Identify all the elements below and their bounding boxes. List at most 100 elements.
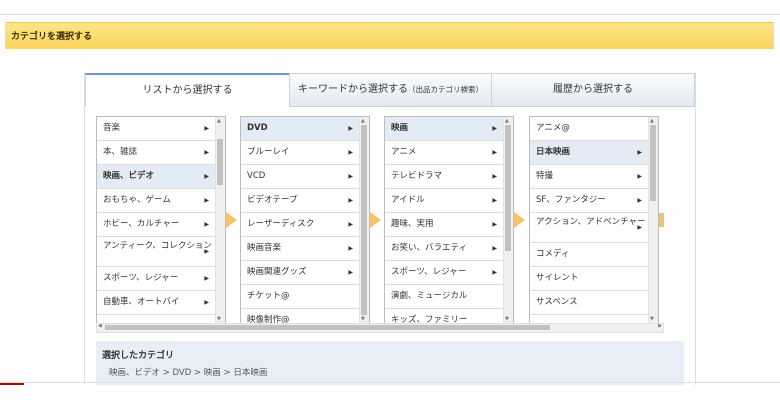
category-item-label: サスペンス xyxy=(536,297,578,307)
scroll-thumb[interactable] xyxy=(505,125,511,251)
category-item[interactable]: アニメ ▶ xyxy=(385,141,503,165)
category-item[interactable]: 演劇、ミュージカル xyxy=(385,285,503,309)
category-item[interactable]: コメディ xyxy=(530,243,648,267)
category-item[interactable]: ビデオテープ ▶ xyxy=(241,189,359,213)
chevron-right-icon: ▶ xyxy=(492,245,497,252)
scroll-up-icon[interactable]: ▲ xyxy=(217,118,221,124)
scroll-thumb[interactable] xyxy=(217,139,223,185)
category-item[interactable]: アクション、アドベンチャー ▶ xyxy=(530,213,648,243)
category-item[interactable]: スポーツ、レジャー ▶ xyxy=(385,261,503,285)
category-item[interactable]: キッズ、ファミリー xyxy=(385,309,503,323)
category-item-label: ビデオテープ xyxy=(247,195,298,205)
horizontal-scrollbar[interactable]: ◀ ▶ xyxy=(96,323,664,333)
bottom-divider xyxy=(0,382,780,383)
category-item-label: 日本映画 xyxy=(536,147,571,157)
scroll-thumb[interactable] xyxy=(650,125,656,201)
category-item-label: テレビドラマ xyxy=(391,171,443,181)
category-item[interactable]: ブルーレイ ▶ xyxy=(241,141,359,165)
scroll-thumb[interactable] xyxy=(105,325,550,330)
category-item-label: レーザーディスク xyxy=(247,219,315,229)
category-item[interactable]: 本、雑誌 ▶ xyxy=(97,141,215,165)
category-item[interactable]: アイドル ▶ xyxy=(385,189,503,213)
category-item[interactable]: アンティーク、コレクション ▶ xyxy=(97,237,215,267)
category-item[interactable]: テレビドラマ ▶ xyxy=(385,165,503,189)
category-item[interactable]: 映画 ▶ xyxy=(385,117,503,141)
scroll-down-icon[interactable]: ▼ xyxy=(217,316,221,322)
category-item-label: おもちゃ、ゲーム xyxy=(103,195,171,205)
category-item-label: VCD xyxy=(247,171,266,181)
chevron-right-icon: ▶ xyxy=(348,173,353,180)
chevron-right-icon: ▶ xyxy=(637,149,642,156)
category-item-label: 映画、ビデオ xyxy=(103,171,155,181)
category-item[interactable]: 特撮 ▶ xyxy=(530,165,648,189)
category-item[interactable]: アニメ@ xyxy=(530,117,648,141)
scroll-up-icon[interactable]: ▲ xyxy=(361,118,365,124)
category-item[interactable]: サイレント xyxy=(530,267,648,291)
category-item[interactable]: おもちゃ、ゲーム ▶ xyxy=(97,189,215,213)
category-item[interactable]: スポーツ、レジャー ▶ xyxy=(97,267,215,291)
category-list: 音楽 ▶ 本、雑誌 ▶ 映画、ビデオ ▶ おもちゃ、ゲーム ▶ ホビー、カルチャー ▶ アンティーク… xyxy=(97,117,215,315)
tab-label: キーワードから選択する xyxy=(298,84,408,95)
category-item[interactable]: サスペンス xyxy=(530,291,648,315)
category-item-label: 映画音楽 xyxy=(247,243,282,253)
category-item[interactable]: お笑い、バラエティ ▶ xyxy=(385,237,503,261)
tab-keyword-select[interactable]: キーワードから選択する（出品カテゴリ検索） xyxy=(289,73,492,107)
category-item-label: チケット@ xyxy=(247,291,290,301)
arrow-right-icon xyxy=(370,212,381,228)
category-item[interactable]: 音楽 ▶ xyxy=(97,117,215,141)
category-item-label: アニメ xyxy=(391,147,417,157)
scroll-up-icon[interactable]: ▲ xyxy=(505,118,509,124)
tab-list-select[interactable]: リストから選択する xyxy=(85,73,290,107)
category-column-1[interactable]: 音楽 ▶ 本、雑誌 ▶ 映画、ビデオ ▶ おもちゃ、ゲーム ▶ ホビー、カルチャー ▶ アンティーク… xyxy=(96,116,226,324)
chevron-right-icon: ▶ xyxy=(492,269,497,276)
category-item-label: 本、雑誌 xyxy=(103,147,138,157)
scroll-up-icon[interactable]: ▲ xyxy=(650,118,654,124)
category-item[interactable]: チケット@ xyxy=(241,285,359,309)
category-item[interactable]: 自動車、オートバイ ▶ xyxy=(97,291,215,315)
chevron-right-icon: ▶ xyxy=(348,125,353,132)
category-column-3[interactable]: 映画 ▶ アニメ ▶ テレビドラマ ▶ アイドル ▶ 趣味、実用 ▶ お笑い、バラエティ ▶ スポーツ、… xyxy=(384,116,514,324)
category-column-2[interactable]: DVD ▶ ブルーレイ ▶ VCD ▶ ビデオテープ ▶ レーザーディスク ▶ 映画音楽 ▶ 映画関連グ… xyxy=(240,116,370,324)
tab-label: 履歴から選択する xyxy=(553,84,633,95)
category-item-label: アクション、アドベンチャー xyxy=(536,217,646,227)
selected-category-path: 映画、ビデオ > DVD > 映画 > 日本映画 xyxy=(109,368,268,378)
category-item[interactable]: 映像制作@ xyxy=(241,309,359,323)
category-column-4[interactable]: アニメ@ 日本映画 ▶ 特撮 ▶ SF、ファンタジー ▶ アクション、アドベンチャー ▶ コメディ… xyxy=(529,116,659,324)
category-item[interactable]: 映画関連グッズ ▶ xyxy=(241,261,359,285)
scroll-down-icon[interactable]: ▼ xyxy=(505,316,509,322)
chevron-right-icon: ▶ xyxy=(492,125,497,132)
scroll-left-icon[interactable]: ◀ xyxy=(98,323,102,329)
category-item[interactable]: DVD ▶ xyxy=(241,117,359,141)
chevron-right-icon: ▶ xyxy=(204,173,209,180)
category-item[interactable]: レーザーディスク ▶ xyxy=(241,213,359,237)
chevron-right-icon: ▶ xyxy=(348,269,353,276)
scroll-down-icon[interactable]: ▼ xyxy=(650,316,654,322)
vertical-scrollbar[interactable]: ▲ ▼ xyxy=(359,117,369,323)
category-item-label: アンティーク、コレクション xyxy=(103,241,212,251)
tab-bar: リストから選択する キーワードから選択する（出品カテゴリ検索） 履歴から選択する xyxy=(85,73,695,107)
category-item[interactable]: ホビー、カルチャー ▶ xyxy=(97,213,215,237)
scroll-right-icon[interactable]: ▶ xyxy=(658,323,662,329)
arrow-right-icon xyxy=(226,212,237,228)
chevron-right-icon: ▶ xyxy=(637,197,642,204)
selected-category-box: 選択したカテゴリ 映画、ビデオ > DVD > 映画 > 日本映画 xyxy=(96,341,684,385)
chevron-right-icon: ▶ xyxy=(348,221,353,228)
category-item[interactable]: 日本映画 ▶ xyxy=(530,141,648,165)
category-item[interactable]: 映画、ビデオ ▶ xyxy=(97,165,215,189)
category-item[interactable]: SF、ファンタジー ▶ xyxy=(530,189,648,213)
scroll-down-icon[interactable]: ▼ xyxy=(361,316,365,322)
scroll-thumb[interactable] xyxy=(361,125,367,315)
category-item-label: 映画関連グッズ xyxy=(247,267,307,277)
chevron-right-icon: ▶ xyxy=(492,221,497,228)
tab-history-select[interactable]: 履歴から選択する xyxy=(491,73,695,107)
category-item-label: 趣味、実用 xyxy=(391,219,434,229)
vertical-scrollbar[interactable]: ▲ ▼ xyxy=(503,117,513,323)
category-item[interactable]: VCD ▶ xyxy=(241,165,359,189)
category-list: 映画 ▶ アニメ ▶ テレビドラマ ▶ アイドル ▶ 趣味、実用 ▶ お笑い、バラエティ ▶ スポーツ、… xyxy=(385,117,503,323)
category-item-label: DVD xyxy=(247,123,268,133)
category-item[interactable]: 映画音楽 ▶ xyxy=(241,237,359,261)
vertical-scrollbar[interactable]: ▲ ▼ xyxy=(215,117,225,323)
vertical-scrollbar[interactable]: ▲ ▼ xyxy=(648,117,658,323)
category-item[interactable]: 趣味、実用 ▶ xyxy=(385,213,503,237)
chevron-right-icon: ▶ xyxy=(204,275,209,282)
